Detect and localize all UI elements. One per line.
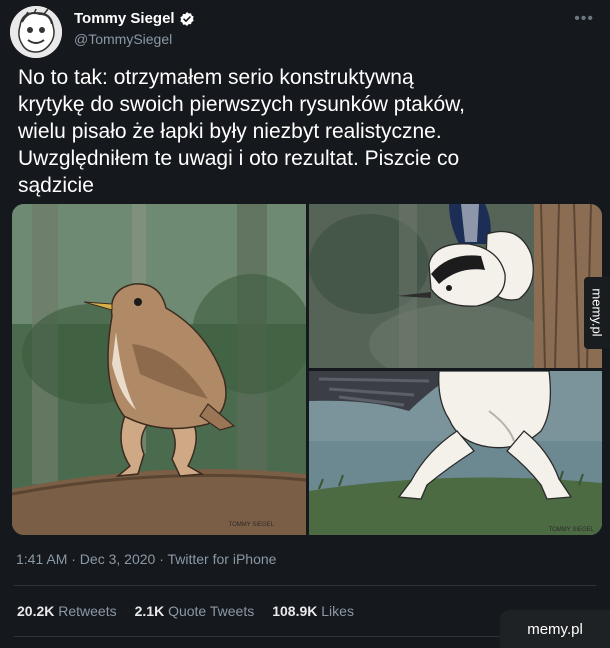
avatar[interactable] (10, 6, 62, 58)
retweets-stat[interactable]: 20.2K Retweets (17, 603, 117, 619)
squat-bird-illustration: TOMMY SIEGEL (309, 371, 602, 535)
ellipsis-icon[interactable]: ••• (574, 10, 594, 28)
media-panel-squat-bird[interactable]: TOMMY SIEGEL (309, 371, 602, 535)
tweet-header: Tommy Siegel @TommySiegel ••• (10, 6, 600, 58)
tweet-text: No to tak: otrzymałem serio konstruktywn… (18, 66, 465, 197)
likes-stat[interactable]: 108.9K Likes (272, 603, 354, 619)
watermark-side: memy.pl (584, 277, 610, 349)
quote-tweets-stat[interactable]: 2.1K Quote Tweets (135, 603, 255, 619)
author-name[interactable]: Tommy Siegel (74, 10, 195, 27)
tweet-timestamp[interactable]: 1:41 AM · Dec 3, 2020 · Twitter for iPho… (16, 551, 276, 567)
verified-badge-icon (179, 11, 194, 26)
signature: TOMMY SIEGEL (549, 527, 595, 533)
nuthatch-illustration (309, 204, 602, 368)
wren-illustration: TOMMY SIEGEL (12, 204, 306, 535)
media-panel-wren[interactable]: TOMMY SIEGEL (12, 204, 306, 535)
tweet-stats: 20.2K Retweets 2.1K Quote Tweets 108.9K … (17, 603, 354, 619)
signature: TOMMY SIEGEL (229, 522, 275, 528)
media-panel-nuthatch[interactable] (309, 204, 602, 368)
divider (14, 585, 596, 586)
cartoon-face-avatar-icon (10, 6, 62, 58)
tweet-media[interactable]: TOMMY SIEGEL TOMMY SIEGEL (12, 204, 602, 535)
watermark-corner: memy.pl (500, 610, 610, 648)
handle[interactable]: @TommySiegel (74, 31, 195, 47)
display-name[interactable]: Tommy Siegel (74, 10, 175, 27)
